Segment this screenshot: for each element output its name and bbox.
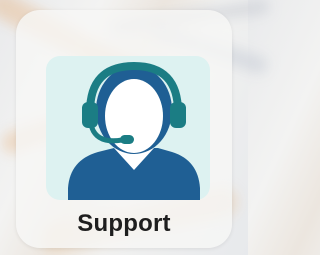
support-app-icon[interactable] bbox=[46, 48, 210, 212]
customer-support-headset-icon bbox=[68, 61, 200, 200]
app-label[interactable]: Support bbox=[0, 210, 248, 238]
